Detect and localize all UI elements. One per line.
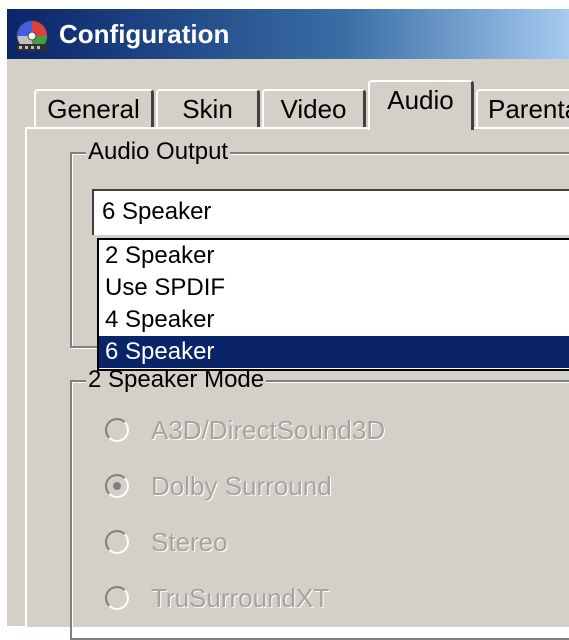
dropdown-option-use-spdif[interactable]: Use SPDIF [99,272,569,304]
radio-button-checked[interactable] [105,474,129,498]
radio-label-trusurround: TruSurroundXT [151,583,330,613]
dropdown-option-4-speaker[interactable]: 4 Speaker [99,304,569,336]
radio-button[interactable] [105,418,129,442]
tab-audio[interactable]: Audio [368,80,474,130]
dropdown-option-2-speaker[interactable]: 2 Speaker [99,240,569,272]
window-title: Configuration [59,19,230,49]
tab-general[interactable]: General [34,89,154,129]
title-bar[interactable]: Configuration [7,9,569,59]
radio-label-dolby: Dolby Surround [151,471,332,501]
audio-output-dropdown-list[interactable]: 2 Speaker Use SPDIF 4 Speaker 6 Speaker [97,238,569,371]
radio-button[interactable] [105,530,129,554]
tab-skin[interactable]: Skin [156,89,260,129]
radio-dot-icon [113,482,121,490]
app-disc-icon [16,20,48,52]
radio-label-stereo: Stereo [151,527,228,557]
dropdown-option-6-speaker[interactable]: 6 Speaker [99,336,569,368]
audio-output-selected-value: 6 Speaker [102,198,212,225]
tab-parental[interactable]: Parenta [476,89,569,129]
radio-button[interactable] [105,586,129,610]
audio-output-combobox[interactable]: 6 Speaker [92,189,569,235]
radio-label-a3d: A3D/DirectSound3D [151,415,386,445]
audio-output-label: Audio Output [86,138,231,166]
tab-video[interactable]: Video [262,89,366,129]
